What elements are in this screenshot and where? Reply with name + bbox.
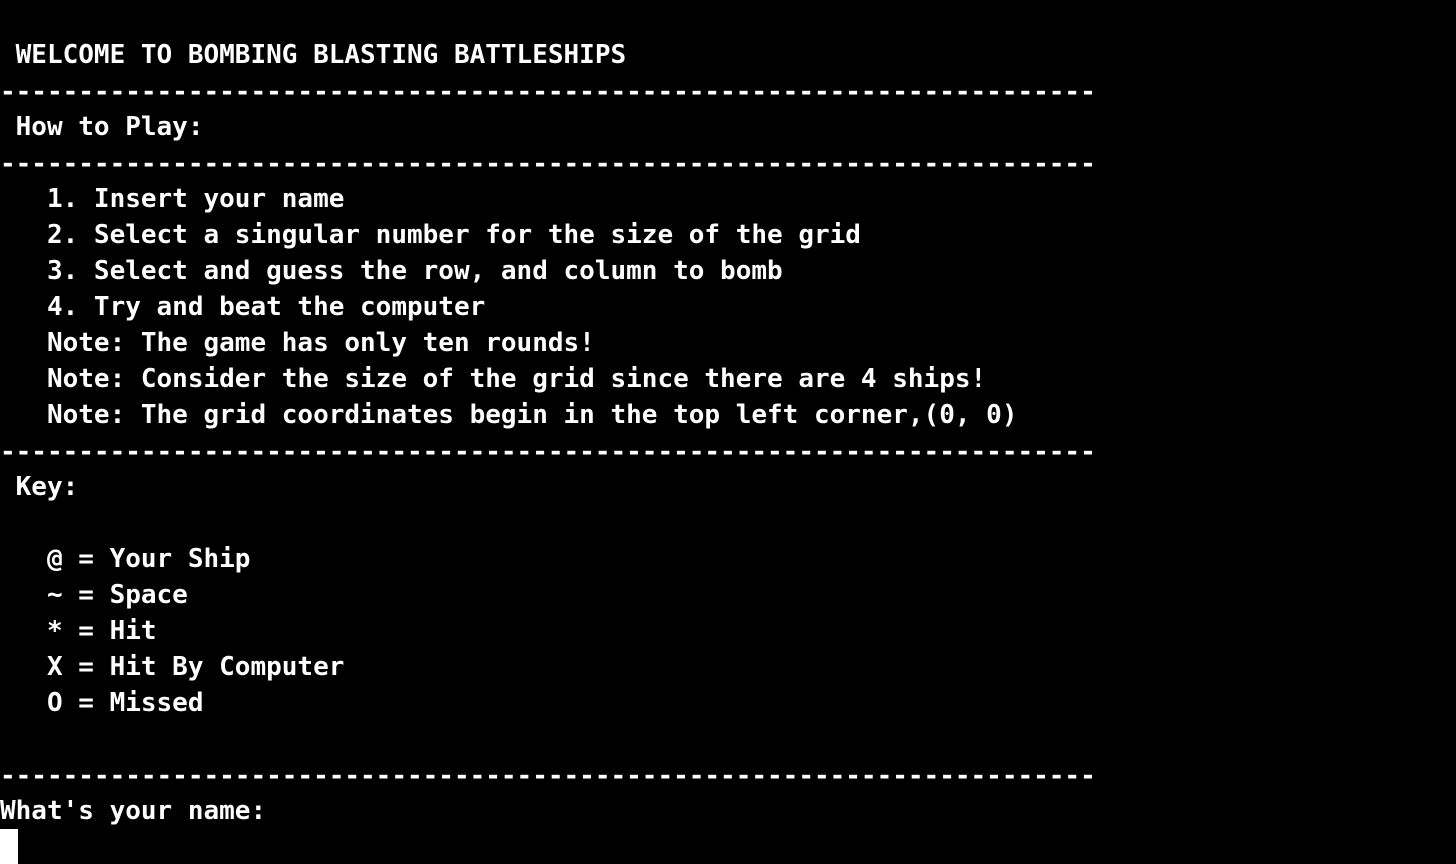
key-item: @ = Your Ship [0,544,251,574]
key-heading: Key: [0,472,79,502]
name-prompt: What's your name: [0,796,267,826]
key-item: O = Missed [0,688,204,718]
note-line: Note: The game has only ten rounds! [0,328,595,358]
note-line: Note: Consider the size of the grid sinc… [0,364,987,394]
game-title: WELCOME TO BOMBING BLASTING BATTLESHIPS [0,40,627,70]
divider-line: ----------------------------------------… [0,77,1096,107]
key-item: ~ = Space [0,580,188,610]
key-item: * = Hit [0,616,157,646]
divider-line: ----------------------------------------… [0,437,1096,467]
text-cursor[interactable] [0,829,18,864]
terminal-window[interactable]: WELCOME TO BOMBING BLASTING BATTLESHIPS … [0,0,1456,864]
instruction-line: 1. Insert your name [0,184,345,214]
how-to-play-heading: How to Play: [0,112,204,142]
key-item: X = Hit By Computer [0,652,345,682]
divider-line: ----------------------------------------… [0,149,1096,179]
note-line: Note: The grid coordinates begin in the … [0,400,1018,430]
instruction-line: 4. Try and beat the computer [0,292,486,322]
instruction-line: 2. Select a singular number for the size… [0,220,861,250]
instruction-line: 3. Select and guess the row, and column … [0,256,783,286]
divider-line: ----------------------------------------… [0,761,1096,791]
